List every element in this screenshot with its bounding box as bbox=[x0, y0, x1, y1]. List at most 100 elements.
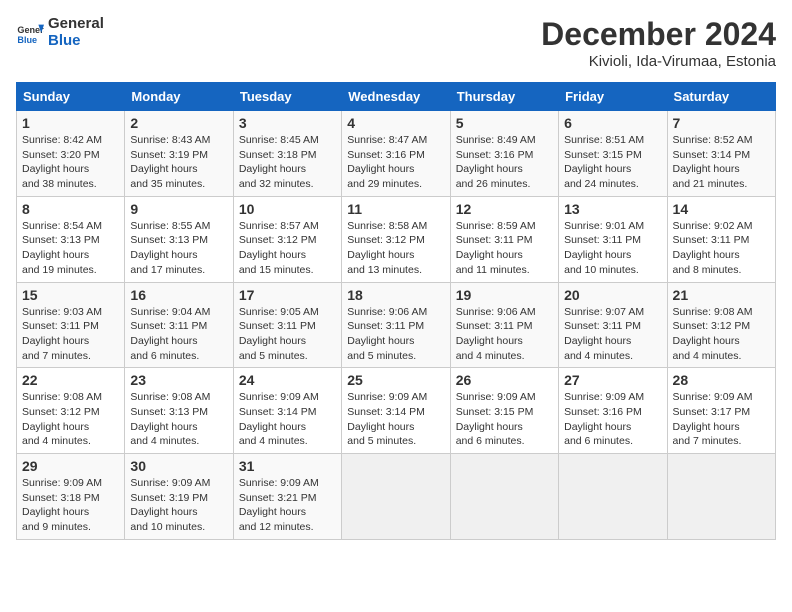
day-number: 18 bbox=[347, 287, 444, 303]
header-friday: Friday bbox=[559, 83, 667, 111]
week-row-2: 8 Sunrise: 8:54 AM Sunset: 3:13 PM Dayli… bbox=[17, 196, 776, 282]
day-info: Sunrise: 8:52 AM Sunset: 3:14 PM Dayligh… bbox=[673, 133, 770, 192]
calendar-cell: 23 Sunrise: 9:08 AM Sunset: 3:13 PM Dayl… bbox=[125, 368, 233, 454]
day-info: Sunrise: 9:03 AM Sunset: 3:11 PM Dayligh… bbox=[22, 305, 119, 364]
day-info: Sunrise: 9:05 AM Sunset: 3:11 PM Dayligh… bbox=[239, 305, 336, 364]
calendar-cell: 1 Sunrise: 8:42 AM Sunset: 3:20 PM Dayli… bbox=[17, 111, 125, 197]
day-number: 21 bbox=[673, 287, 770, 303]
day-info: Sunrise: 8:42 AM Sunset: 3:20 PM Dayligh… bbox=[22, 133, 119, 192]
day-number: 29 bbox=[22, 458, 119, 474]
day-info: Sunrise: 9:06 AM Sunset: 3:11 PM Dayligh… bbox=[456, 305, 553, 364]
header-tuesday: Tuesday bbox=[233, 83, 341, 111]
day-number: 5 bbox=[456, 115, 553, 131]
day-info: Sunrise: 9:09 AM Sunset: 3:18 PM Dayligh… bbox=[22, 476, 119, 535]
calendar-cell: 8 Sunrise: 8:54 AM Sunset: 3:13 PM Dayli… bbox=[17, 196, 125, 282]
header-sunday: Sunday bbox=[17, 83, 125, 111]
day-info: Sunrise: 9:09 AM Sunset: 3:14 PM Dayligh… bbox=[239, 390, 336, 449]
calendar-cell: 30 Sunrise: 9:09 AM Sunset: 3:19 PM Dayl… bbox=[125, 454, 233, 540]
calendar-cell: 24 Sunrise: 9:09 AM Sunset: 3:14 PM Dayl… bbox=[233, 368, 341, 454]
calendar-cell bbox=[667, 454, 775, 540]
calendar-cell: 12 Sunrise: 8:59 AM Sunset: 3:11 PM Dayl… bbox=[450, 196, 558, 282]
calendar-cell: 31 Sunrise: 9:09 AM Sunset: 3:21 PM Dayl… bbox=[233, 454, 341, 540]
calendar-table: SundayMondayTuesdayWednesdayThursdayFrid… bbox=[16, 82, 776, 540]
day-number: 28 bbox=[673, 372, 770, 388]
calendar-cell: 10 Sunrise: 8:57 AM Sunset: 3:12 PM Dayl… bbox=[233, 196, 341, 282]
calendar-cell: 4 Sunrise: 8:47 AM Sunset: 3:16 PM Dayli… bbox=[342, 111, 450, 197]
week-row-5: 29 Sunrise: 9:09 AM Sunset: 3:18 PM Dayl… bbox=[17, 454, 776, 540]
day-number: 23 bbox=[130, 372, 227, 388]
day-info: Sunrise: 9:01 AM Sunset: 3:11 PM Dayligh… bbox=[564, 219, 661, 278]
page-header: General Blue General Blue December 2024 … bbox=[16, 16, 776, 70]
header-saturday: Saturday bbox=[667, 83, 775, 111]
calendar-cell: 25 Sunrise: 9:09 AM Sunset: 3:14 PM Dayl… bbox=[342, 368, 450, 454]
calendar-cell: 2 Sunrise: 8:43 AM Sunset: 3:19 PM Dayli… bbox=[125, 111, 233, 197]
calendar-cell: 21 Sunrise: 9:08 AM Sunset: 3:12 PM Dayl… bbox=[667, 282, 775, 368]
calendar-cell: 7 Sunrise: 8:52 AM Sunset: 3:14 PM Dayli… bbox=[667, 111, 775, 197]
day-number: 12 bbox=[456, 201, 553, 217]
day-number: 17 bbox=[239, 287, 336, 303]
header-monday: Monday bbox=[125, 83, 233, 111]
day-info: Sunrise: 8:55 AM Sunset: 3:13 PM Dayligh… bbox=[130, 219, 227, 278]
calendar-cell: 13 Sunrise: 9:01 AM Sunset: 3:11 PM Dayl… bbox=[559, 196, 667, 282]
day-info: Sunrise: 9:08 AM Sunset: 3:13 PM Dayligh… bbox=[130, 390, 227, 449]
day-number: 10 bbox=[239, 201, 336, 217]
day-info: Sunrise: 8:54 AM Sunset: 3:13 PM Dayligh… bbox=[22, 219, 119, 278]
calendar-cell: 28 Sunrise: 9:09 AM Sunset: 3:17 PM Dayl… bbox=[667, 368, 775, 454]
calendar-header: SundayMondayTuesdayWednesdayThursdayFrid… bbox=[17, 83, 776, 111]
week-row-3: 15 Sunrise: 9:03 AM Sunset: 3:11 PM Dayl… bbox=[17, 282, 776, 368]
day-number: 24 bbox=[239, 372, 336, 388]
calendar-cell: 29 Sunrise: 9:09 AM Sunset: 3:18 PM Dayl… bbox=[17, 454, 125, 540]
day-number: 22 bbox=[22, 372, 119, 388]
calendar-cell: 26 Sunrise: 9:09 AM Sunset: 3:15 PM Dayl… bbox=[450, 368, 558, 454]
day-number: 2 bbox=[130, 115, 227, 131]
svg-text:Blue: Blue bbox=[17, 34, 37, 44]
calendar-cell: 20 Sunrise: 9:07 AM Sunset: 3:11 PM Dayl… bbox=[559, 282, 667, 368]
day-info: Sunrise: 9:09 AM Sunset: 3:14 PM Dayligh… bbox=[347, 390, 444, 449]
day-number: 4 bbox=[347, 115, 444, 131]
day-info: Sunrise: 9:09 AM Sunset: 3:19 PM Dayligh… bbox=[130, 476, 227, 535]
calendar-cell: 6 Sunrise: 8:51 AM Sunset: 3:15 PM Dayli… bbox=[559, 111, 667, 197]
logo: General Blue General Blue bbox=[16, 16, 104, 49]
day-info: Sunrise: 8:57 AM Sunset: 3:12 PM Dayligh… bbox=[239, 219, 336, 278]
month-title: December 2024 bbox=[541, 16, 776, 53]
day-number: 3 bbox=[239, 115, 336, 131]
day-info: Sunrise: 9:09 AM Sunset: 3:16 PM Dayligh… bbox=[564, 390, 661, 449]
title-area: December 2024 Kivioli, Ida-Virumaa, Esto… bbox=[541, 16, 776, 70]
logo-icon: General Blue bbox=[16, 19, 44, 47]
header-wednesday: Wednesday bbox=[342, 83, 450, 111]
day-info: Sunrise: 9:08 AM Sunset: 3:12 PM Dayligh… bbox=[673, 305, 770, 364]
logo-general-text: General bbox=[48, 16, 104, 33]
day-info: Sunrise: 8:51 AM Sunset: 3:15 PM Dayligh… bbox=[564, 133, 661, 192]
calendar-cell: 3 Sunrise: 8:45 AM Sunset: 3:18 PM Dayli… bbox=[233, 111, 341, 197]
day-number: 14 bbox=[673, 201, 770, 217]
day-number: 27 bbox=[564, 372, 661, 388]
calendar-cell bbox=[559, 454, 667, 540]
day-number: 15 bbox=[22, 287, 119, 303]
day-info: Sunrise: 8:58 AM Sunset: 3:12 PM Dayligh… bbox=[347, 219, 444, 278]
day-info: Sunrise: 8:43 AM Sunset: 3:19 PM Dayligh… bbox=[130, 133, 227, 192]
week-row-1: 1 Sunrise: 8:42 AM Sunset: 3:20 PM Dayli… bbox=[17, 111, 776, 197]
day-number: 20 bbox=[564, 287, 661, 303]
calendar-cell: 11 Sunrise: 8:58 AM Sunset: 3:12 PM Dayl… bbox=[342, 196, 450, 282]
day-number: 11 bbox=[347, 201, 444, 217]
day-number: 25 bbox=[347, 372, 444, 388]
day-number: 6 bbox=[564, 115, 661, 131]
day-info: Sunrise: 9:09 AM Sunset: 3:15 PM Dayligh… bbox=[456, 390, 553, 449]
week-row-4: 22 Sunrise: 9:08 AM Sunset: 3:12 PM Dayl… bbox=[17, 368, 776, 454]
calendar-cell: 9 Sunrise: 8:55 AM Sunset: 3:13 PM Dayli… bbox=[125, 196, 233, 282]
day-number: 9 bbox=[130, 201, 227, 217]
day-info: Sunrise: 9:08 AM Sunset: 3:12 PM Dayligh… bbox=[22, 390, 119, 449]
day-number: 30 bbox=[130, 458, 227, 474]
calendar-cell: 27 Sunrise: 9:09 AM Sunset: 3:16 PM Dayl… bbox=[559, 368, 667, 454]
header-thursday: Thursday bbox=[450, 83, 558, 111]
day-number: 7 bbox=[673, 115, 770, 131]
day-number: 26 bbox=[456, 372, 553, 388]
day-info: Sunrise: 8:49 AM Sunset: 3:16 PM Dayligh… bbox=[456, 133, 553, 192]
logo-blue-text: Blue bbox=[48, 33, 104, 50]
day-info: Sunrise: 9:02 AM Sunset: 3:11 PM Dayligh… bbox=[673, 219, 770, 278]
day-number: 1 bbox=[22, 115, 119, 131]
calendar-cell: 17 Sunrise: 9:05 AM Sunset: 3:11 PM Dayl… bbox=[233, 282, 341, 368]
day-info: Sunrise: 9:04 AM Sunset: 3:11 PM Dayligh… bbox=[130, 305, 227, 364]
day-number: 8 bbox=[22, 201, 119, 217]
calendar-cell: 14 Sunrise: 9:02 AM Sunset: 3:11 PM Dayl… bbox=[667, 196, 775, 282]
